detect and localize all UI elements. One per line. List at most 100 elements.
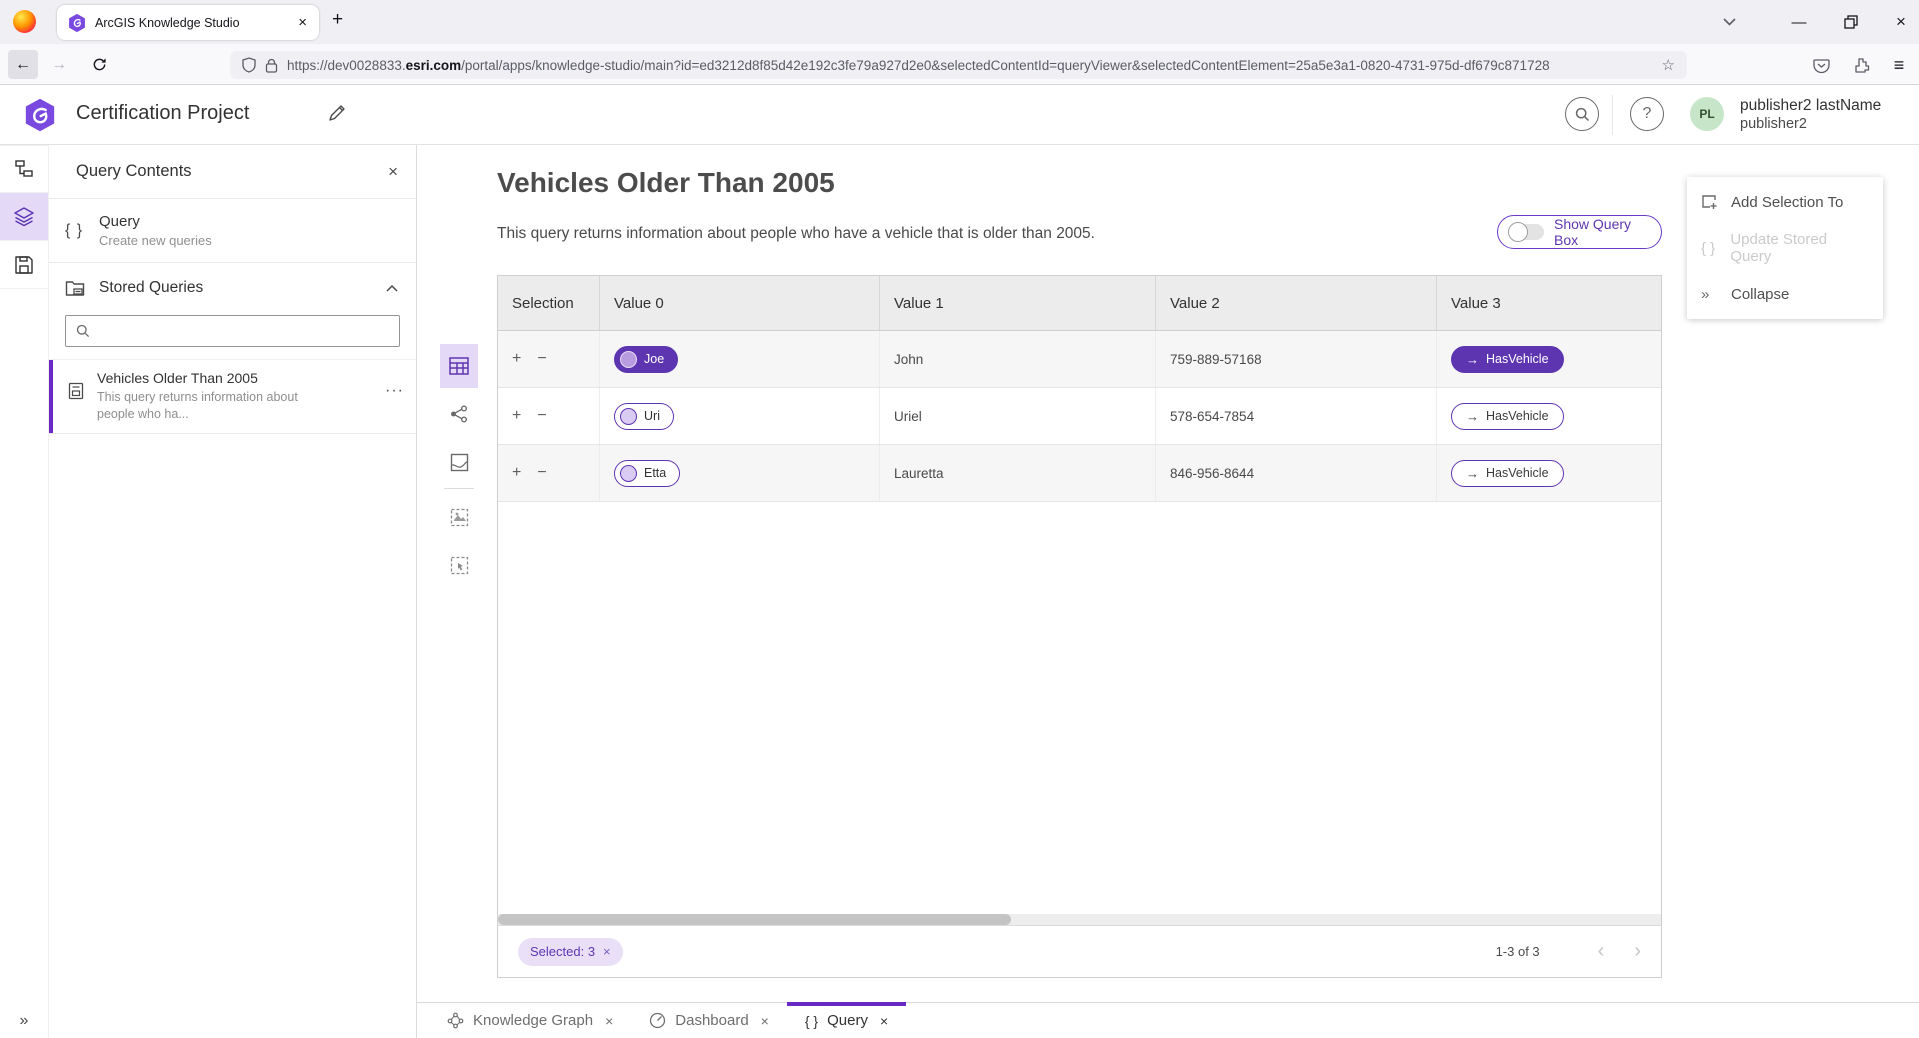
map-view-button[interactable] (440, 440, 478, 484)
menu-item-add-selection-to[interactable]: Add Selection To (1687, 179, 1883, 225)
stored-query-item[interactable]: Vehicles Older Than 2005 This query retu… (49, 359, 416, 434)
collapse-section-chevron-icon[interactable] (386, 285, 398, 292)
user-info[interactable]: publisher2 lastName publisher2 (1740, 96, 1881, 134)
entity-avatar-icon (620, 465, 637, 482)
cell-value2[interactable]: 578-654-7854 (1156, 388, 1437, 444)
folder-icon (65, 279, 99, 297)
arrow-right-icon: → (1466, 466, 1479, 481)
column-header-selection[interactable]: Selection (498, 276, 600, 330)
tab-dashboard[interactable]: Dashboard × (631, 1003, 787, 1038)
cell-value1[interactable]: Lauretta (880, 445, 1156, 501)
rail-item-data-model[interactable] (0, 145, 48, 193)
close-tab-icon[interactable]: × (605, 1013, 613, 1029)
tab-query[interactable]: { } Query × (787, 1003, 906, 1038)
stored-queries-search[interactable] (65, 315, 400, 347)
help-button[interactable]: ? (1630, 97, 1664, 131)
hierarchy-icon (14, 159, 34, 179)
arcgis-knowledge-logo-icon (67, 13, 87, 33)
panel-close-icon[interactable]: × (388, 162, 398, 182)
cell-value2[interactable]: 759-889-57168 (1156, 331, 1437, 387)
clear-selection-icon[interactable]: × (603, 944, 611, 959)
new-tab-button[interactable]: + (332, 9, 343, 31)
reload-button[interactable] (84, 50, 114, 79)
rail-item-contents[interactable] (0, 193, 48, 241)
more-options-icon[interactable]: ··· (385, 368, 404, 423)
url-bar[interactable]: https://dev0028833.esri.com/portal/apps/… (230, 51, 1687, 79)
table-row[interactable]: +− Joe John 759-889-57168 →HasVehicle (498, 331, 1661, 388)
menu-item-update-stored-query[interactable]: { } Update Stored Query (1687, 225, 1883, 271)
column-header-value3[interactable]: Value 3 (1437, 276, 1661, 330)
page-title: Certification Project (76, 102, 249, 125)
selected-count-chip[interactable]: Selected: 3 × (518, 938, 623, 966)
edit-title-pencil-icon[interactable] (328, 103, 347, 122)
add-selection-icon[interactable]: + (512, 407, 521, 425)
search-button[interactable] (1565, 97, 1599, 131)
stored-queries-header[interactable]: Stored Queries (49, 263, 416, 313)
remove-selection-icon[interactable]: − (537, 350, 546, 368)
query-result-description: This query returns information about peo… (497, 225, 1095, 243)
previous-page-icon[interactable]: ‹ (1598, 940, 1605, 963)
tab-list-chevron-icon[interactable] (1706, 0, 1752, 44)
extensions-icon[interactable] (1846, 52, 1876, 79)
horizontal-scrollbar[interactable] (498, 914, 1661, 925)
link-chart-view-button[interactable] (440, 392, 478, 436)
shield-icon[interactable] (242, 57, 256, 73)
table-row[interactable]: +− Etta Lauretta 846-956-8644 →HasVehicl… (498, 445, 1661, 502)
pocket-icon[interactable] (1806, 52, 1836, 79)
tab-knowledge-graph[interactable]: Knowledge Graph × (429, 1003, 631, 1038)
entity-pill[interactable]: Joe (614, 346, 678, 373)
back-button[interactable]: ← (8, 50, 38, 79)
relationship-pill[interactable]: →HasVehicle (1451, 460, 1564, 487)
arrow-right-icon: → (1466, 409, 1479, 424)
close-tab-icon[interactable]: × (880, 1013, 888, 1029)
pagination: 1-3 of 3 ‹ › (1496, 940, 1641, 963)
window-close-button[interactable]: × (1878, 0, 1919, 44)
close-tab-icon[interactable]: × (761, 1013, 769, 1029)
user-avatar[interactable]: PL (1690, 97, 1724, 131)
firefox-logo-icon[interactable] (13, 10, 36, 33)
rail-item-save[interactable] (0, 241, 48, 289)
table-row[interactable]: +− Uri Uriel 578-654-7854 →HasVehicle (498, 388, 1661, 445)
menu-item-collapse[interactable]: » Collapse (1687, 271, 1883, 317)
expand-rail-icon[interactable]: » (0, 1012, 48, 1030)
browser-tab-title: ArcGIS Knowledge Studio (95, 16, 296, 30)
search-input[interactable] (98, 324, 389, 339)
project-logo-icon (23, 98, 57, 132)
window-restore-button[interactable] (1828, 0, 1874, 44)
view-toolbar (440, 344, 478, 591)
column-header-value2[interactable]: Value 2 (1156, 276, 1437, 330)
next-page-icon[interactable]: › (1634, 940, 1641, 963)
cell-value1[interactable]: Uriel (880, 388, 1156, 444)
column-header-value1[interactable]: Value 1 (880, 276, 1156, 330)
cell-value1[interactable]: John (880, 331, 1156, 387)
selection-tool-button[interactable] (440, 543, 478, 587)
entity-pill[interactable]: Uri (614, 403, 674, 430)
header-divider (1612, 95, 1613, 135)
tab-close-icon[interactable]: × (296, 14, 309, 31)
forward-button[interactable]: → (44, 50, 74, 79)
show-query-box-button[interactable]: Show Query Box (1497, 215, 1662, 249)
window-minimize-button[interactable]: — (1776, 0, 1822, 44)
column-header-value0[interactable]: Value 0 (600, 276, 880, 330)
relationship-pill[interactable]: →HasVehicle (1451, 346, 1564, 373)
browser-navbar: ← → https://dev0028833.esri.com/portal/a… (0, 44, 1919, 85)
show-query-box-toggle[interactable] (1510, 224, 1544, 240)
cell-value2[interactable]: 846-956-8644 (1156, 445, 1437, 501)
add-selection-icon[interactable]: + (512, 464, 521, 482)
remove-selection-icon[interactable]: − (537, 407, 546, 425)
relationship-pill[interactable]: →HasVehicle (1451, 403, 1564, 430)
add-to-map-button[interactable] (440, 495, 478, 539)
scrollbar-thumb[interactable] (498, 914, 1011, 925)
menu-icon[interactable]: ≡ (1884, 52, 1914, 79)
url-text[interactable]: https://dev0028833.esri.com/portal/apps/… (287, 58, 1654, 73)
bookmark-star-icon[interactable]: ☆ (1662, 56, 1675, 74)
entity-pill[interactable]: Etta (614, 460, 680, 487)
browser-tab[interactable]: ArcGIS Knowledge Studio × (57, 5, 319, 40)
remove-selection-icon[interactable]: − (537, 464, 546, 482)
table-view-button[interactable] (440, 344, 478, 388)
add-selection-icon[interactable]: + (512, 350, 521, 368)
query-create-item[interactable]: { } Query Create new queries (49, 199, 416, 263)
context-menu: Add Selection To { } Update Stored Query… (1687, 177, 1883, 319)
table-header-row: Selection Value 0 Value 1 Value 2 Value … (498, 276, 1661, 331)
lock-icon[interactable] (265, 58, 278, 73)
